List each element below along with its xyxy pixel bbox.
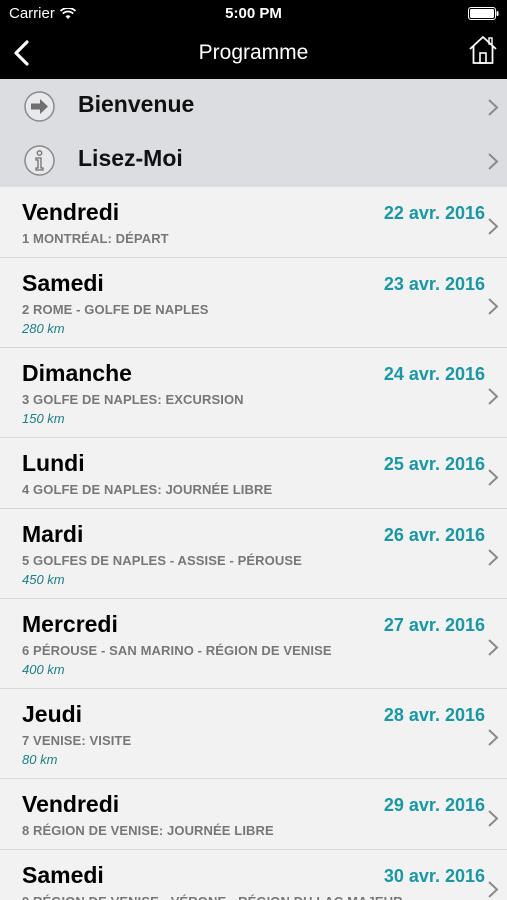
day-name: Jeudi <box>22 701 83 727</box>
battery-icon <box>468 7 499 20</box>
menu-section: Bienvenue Lisez-Moi <box>0 79 507 187</box>
itinerary-row[interactable]: Dimanche 24 avr. 2016 3 GOLFE DE NAPLES: E… <box>0 348 507 438</box>
day-distance: 280 km <box>22 321 65 336</box>
day-name: Samedi <box>22 862 104 888</box>
day-name: Lundi <box>22 450 85 476</box>
day-date: 28 avr. 2016 <box>383 705 485 725</box>
home-icon[interactable] <box>468 35 498 65</box>
day-description: 6 PÉROUSE - SAN MARINO - RÉGION DE VENIS… <box>22 643 332 658</box>
page-title: Programme <box>198 41 309 64</box>
menu-item-bienvenue[interactable]: Bienvenue <box>0 79 507 133</box>
chevron-right-icon <box>488 153 499 170</box>
day-description: 5 GOLFES DE NAPLES - ASSISE - PÉROUSE <box>22 553 302 568</box>
day-date: 26 avr. 2016 <box>383 525 485 545</box>
day-date: 24 avr. 2016 <box>383 364 485 384</box>
day-distance: 150 km <box>22 411 65 426</box>
day-description: 3 GOLFE DE NAPLES: EXCURSION <box>22 392 244 407</box>
itinerary-row[interactable]: Vendredi 22 avr. 2016 1 MONTRÉAL: DÉPART <box>0 187 507 258</box>
itinerary-row[interactable]: Samedi 23 avr. 2016 2 ROME - GOLFE DE NAPL… <box>0 258 507 348</box>
menu-item-label: Bienvenue <box>78 91 195 117</box>
day-name: Dimanche <box>22 360 132 386</box>
itinerary-row[interactable]: Samedi 30 avr. 2016 9 RÉGION DE VENISE - V… <box>0 850 507 900</box>
menu-item-label: Lisez-Moi <box>78 145 183 171</box>
chevron-right-icon <box>488 729 499 746</box>
menu-item-lisez-moi[interactable]: Lisez-Moi <box>0 133 507 187</box>
itinerary-row[interactable]: Mercredi 27 avr. 2016 6 PÉROUSE - SAN MARI… <box>0 599 507 689</box>
chevron-right-icon <box>488 298 499 315</box>
chevron-right-icon <box>488 810 499 827</box>
day-date: 29 avr. 2016 <box>383 795 485 815</box>
day-distance: 450 km <box>22 572 65 587</box>
navigation-bar: Programme <box>0 27 507 79</box>
chevron-right-icon <box>488 549 499 566</box>
day-name: Vendredi <box>22 791 120 817</box>
day-description: 8 RÉGION DE VENISE: JOURNÉE LIBRE <box>22 823 274 838</box>
chevron-right-icon <box>488 99 499 116</box>
day-name: Vendredi <box>22 199 120 225</box>
status-time: 5:00 PM <box>225 5 282 22</box>
day-description: 9 RÉGION DE VENISE - VÉRONE - RÉGION DU … <box>22 894 403 900</box>
chevron-right-icon <box>488 469 499 486</box>
itinerary-row[interactable]: Vendredi 29 avr. 2016 8 RÉGION DE VENISE: … <box>0 779 507 850</box>
day-date: 30 avr. 2016 <box>383 866 485 886</box>
day-date: 27 avr. 2016 <box>383 615 485 635</box>
day-date: 23 avr. 2016 <box>383 274 485 294</box>
day-distance: 400 km <box>22 662 65 677</box>
chevron-right-icon <box>488 218 499 235</box>
day-description: 1 MONTRÉAL: DÉPART <box>22 231 169 246</box>
day-date: 22 avr. 2016 <box>383 203 485 223</box>
chevron-right-icon <box>488 388 499 405</box>
day-description: 7 VENISE: VISITE <box>22 733 132 748</box>
info-circle-icon <box>24 145 55 176</box>
status-bar: Carrier 5:00 PM <box>0 0 507 27</box>
itinerary-row[interactable]: Mardi 26 avr. 2016 5 GOLFES DE NAPLES - AS… <box>0 509 507 599</box>
itinerary-row[interactable]: Lundi 25 avr. 2016 4 GOLFE DE NAPLES: JOUR… <box>0 438 507 509</box>
day-name: Mardi <box>22 521 84 547</box>
day-description: 4 GOLFE DE NAPLES: JOURNÉE LIBRE <box>22 482 273 497</box>
chevron-right-icon <box>488 639 499 656</box>
arrow-circle-icon <box>24 91 55 122</box>
day-distance: 80 km <box>22 752 58 767</box>
day-date: 25 avr. 2016 <box>383 454 485 474</box>
chevron-right-icon <box>488 881 499 898</box>
itinerary-list: Vendredi 22 avr. 2016 1 MONTRÉAL: DÉPART Sa… <box>0 187 507 900</box>
day-name: Mercredi <box>22 611 118 637</box>
itinerary-row[interactable]: Jeudi 28 avr. 2016 7 VENISE: VISITE 80 km <box>0 689 507 779</box>
day-name: Samedi <box>22 270 104 296</box>
day-description: 2 ROME - GOLFE DE NAPLES <box>22 302 209 317</box>
